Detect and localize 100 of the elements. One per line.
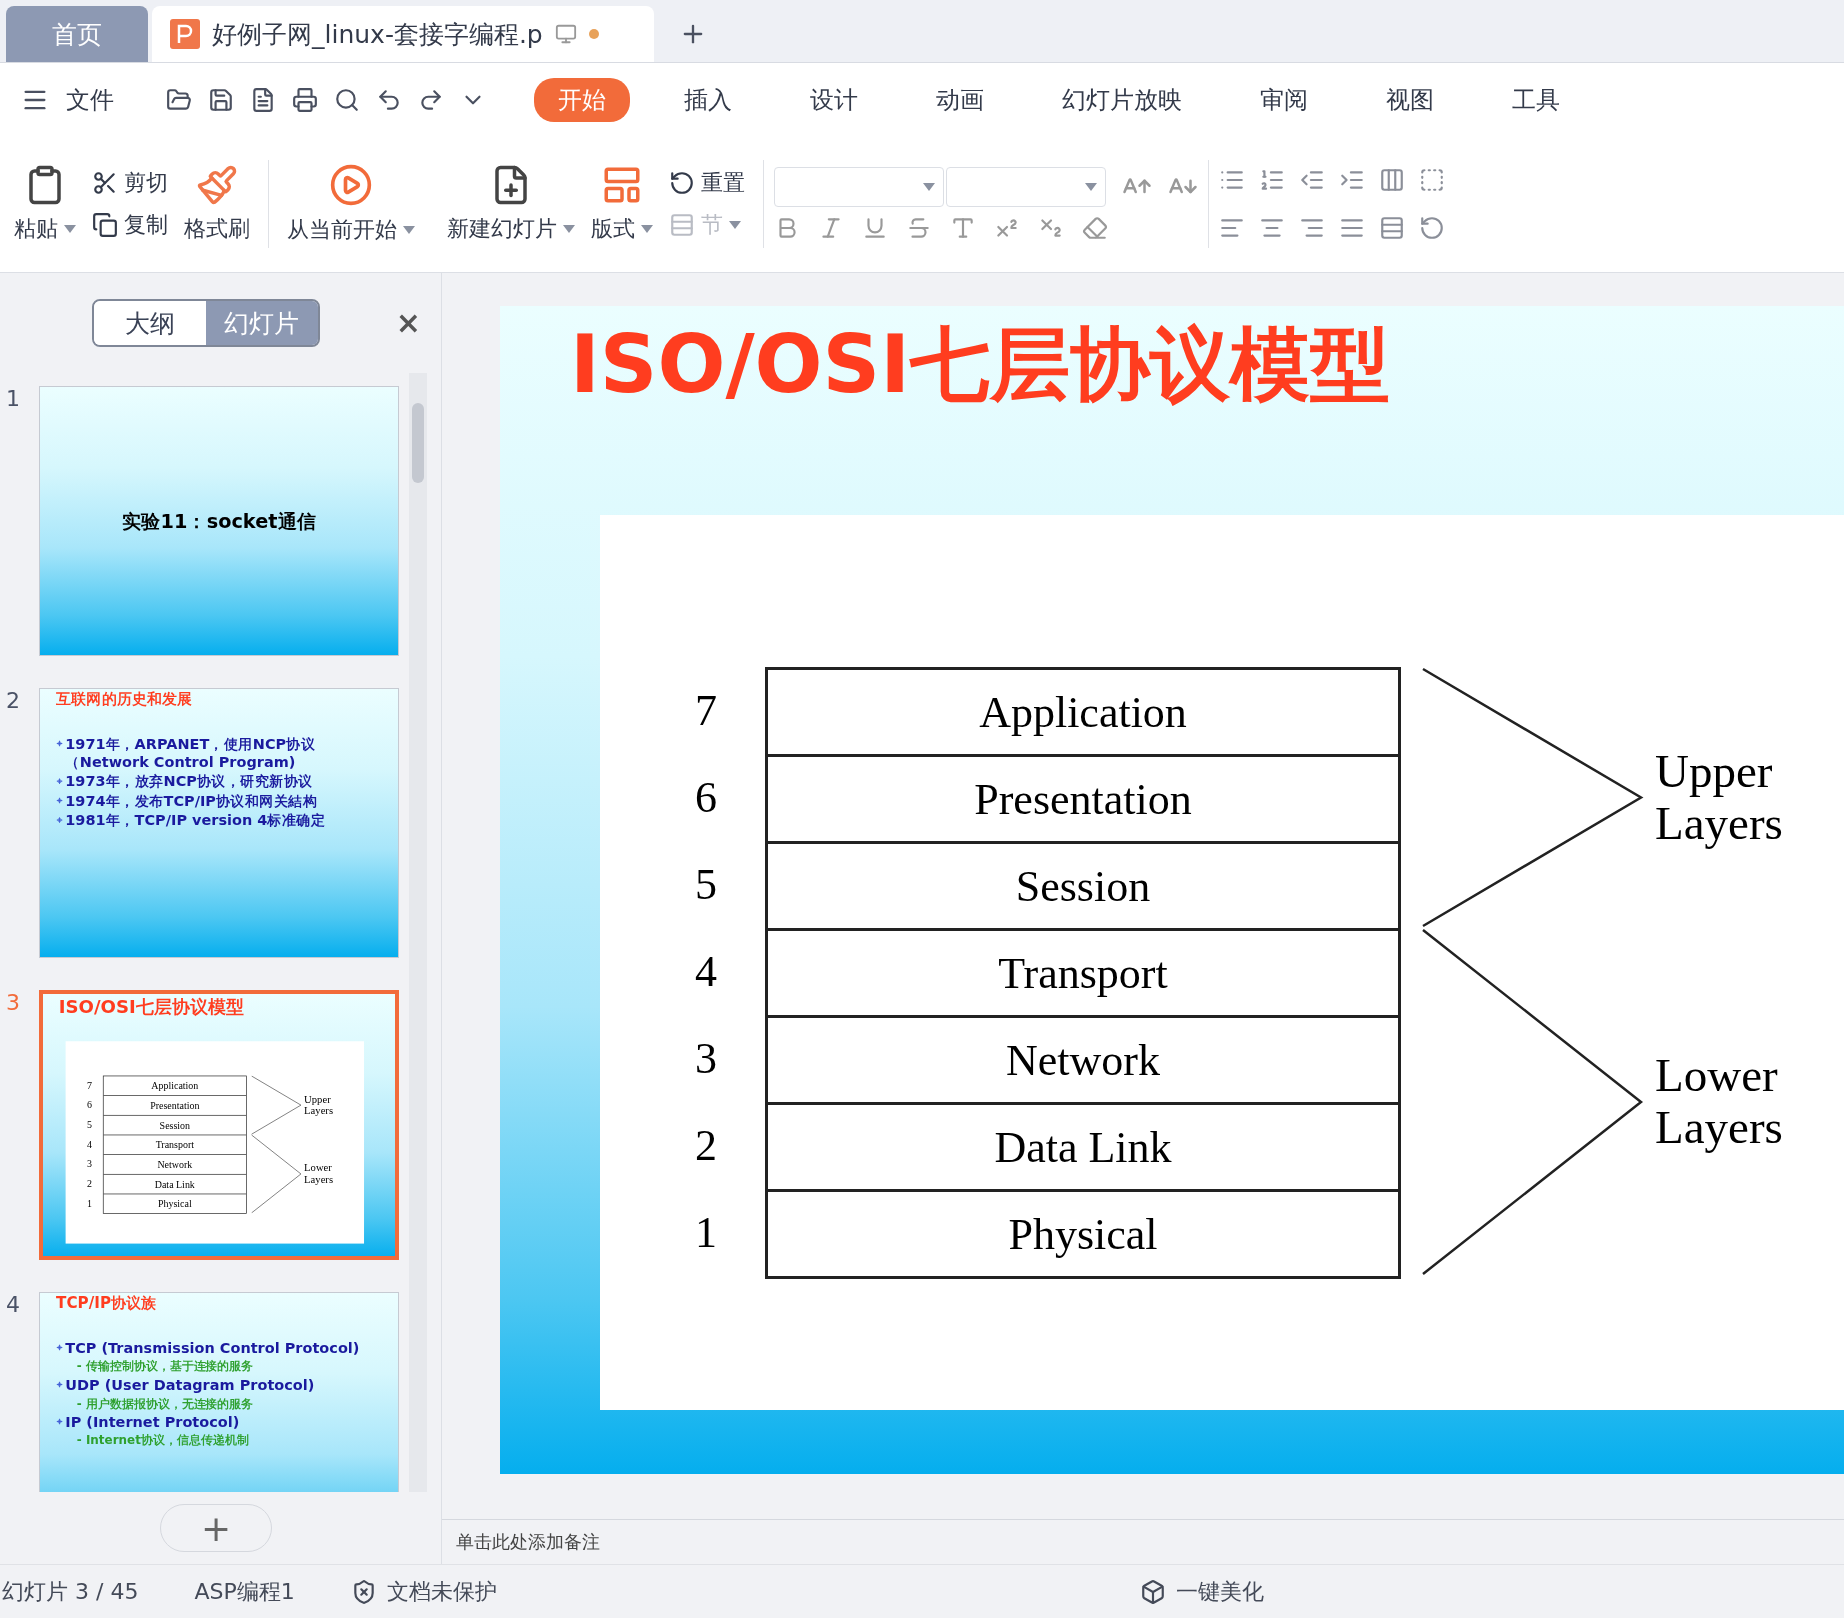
sub-bullet-text: - 传输控制协议，基于连接的服务 — [75, 1358, 255, 1375]
play-button[interactable]: 从当前开始 — [279, 163, 423, 245]
layer-number: 3 — [695, 1033, 717, 1084]
caret-icon — [641, 225, 653, 233]
bullet-text: 1973年，放弃NCP协议，研究新协议 — [65, 773, 313, 790]
layer-number: 7 — [695, 685, 717, 736]
format-painter-button[interactable]: 格式刷 — [176, 164, 258, 244]
scroll-thumb[interactable] — [412, 403, 424, 483]
layer-cell: Transport — [103, 1135, 246, 1155]
reset-icon — [669, 170, 695, 196]
reset-button[interactable]: 重置 — [669, 168, 745, 198]
file-tab[interactable]: 好例子网_linux-套接字编程.p — [152, 6, 654, 62]
copy-icon — [92, 212, 118, 238]
layer-number: 4 — [87, 1138, 93, 1151]
beautify-button[interactable]: 一键美化 — [1176, 1576, 1264, 1607]
ribbon-tab[interactable]: 幻灯片放映 — [1038, 77, 1206, 122]
caret-icon — [923, 183, 935, 191]
eraser-icon[interactable] — [1082, 215, 1108, 241]
copy-button[interactable]: 复制 — [92, 210, 168, 240]
text-direction-icon[interactable] — [1379, 167, 1405, 193]
underline-icon[interactable] — [862, 215, 888, 241]
caret-icon — [729, 221, 741, 229]
layer-number: 2 — [695, 1120, 717, 1171]
slide-thumbnail[interactable]: 实验11：socket通信 — [39, 386, 399, 656]
layer-number: 6 — [695, 772, 717, 823]
layer-number: 7 — [87, 1079, 93, 1092]
sub-bullet-text: - Internet协议，信息传递机制 — [75, 1432, 250, 1449]
line-spacing-icon[interactable] — [1419, 215, 1445, 241]
brush-icon — [196, 164, 238, 206]
ribbon-tab[interactable]: 设计 — [786, 77, 882, 122]
slide-title: 互联网的历史和发展 — [55, 689, 194, 710]
layer-cell: Presentation — [768, 757, 1398, 844]
bullet-text: 1971年，ARPANET，使用NCP协议（Network Control Program) — [65, 735, 316, 771]
layer-number: 1 — [87, 1197, 93, 1210]
numbered-list-icon[interactable] — [1259, 167, 1285, 193]
play-icon — [329, 163, 373, 207]
slide-thumbnail[interactable]: TCP/IP协议族 TCP (Transmission Control Protocol) - 传输控制协议，基于连接的服务 UDP (User Datagram Protocol) - 用户数据报协议，无连接的服务 IP (Internet Protocol) - Internet协议，信息传递机制 — [39, 1292, 399, 1492]
cube-icon[interactable] — [1140, 1578, 1166, 1605]
new-slide-button[interactable]: 新建幻灯片 — [439, 164, 583, 244]
ribbon-tab[interactable]: 审阅 — [1236, 77, 1332, 122]
file-menu[interactable]: 文件 — [56, 77, 138, 122]
pdf-icon[interactable] — [250, 86, 276, 113]
monitor-icon[interactable] — [554, 23, 577, 45]
slide-thumbnail[interactable]: ISO/OSI七层协议模型 7 6 5 4 3 2 1 Application Presentation Session Transport Network Data Link Physical Upper Layers Lower Layers — [39, 990, 399, 1260]
print-icon[interactable] — [292, 86, 318, 113]
protection-status: 文档未保护 — [386, 1577, 497, 1606]
layer-number: 6 — [87, 1099, 93, 1111]
layer-cell: Data Link — [768, 1105, 1398, 1192]
caret-icon — [563, 225, 575, 233]
group-label: Upper Layers — [1655, 743, 1783, 851]
ribbon-tab[interactable]: 动画 — [912, 77, 1008, 122]
theme-name: ASP编程1 — [194, 1577, 295, 1606]
close-button[interactable]: × — [395, 305, 421, 340]
font-color-icon[interactable] — [950, 215, 976, 241]
layer-cell: Application — [103, 1076, 246, 1096]
layer-cell-text: Physical — [1007, 1208, 1159, 1261]
font-size-field[interactable] — [946, 167, 1106, 207]
section-icon — [669, 212, 695, 238]
layer-cell: Network — [103, 1154, 246, 1175]
layer-cell: Session — [768, 844, 1398, 931]
layer-number: 3 — [87, 1158, 93, 1170]
view-tab[interactable]: 大纲 — [93, 301, 206, 345]
save-icon[interactable] — [208, 86, 234, 113]
group-label: Lower Layers — [304, 1161, 334, 1188]
ribbon-tab[interactable]: 工具 — [1488, 77, 1584, 122]
distribute-icon[interactable] — [1379, 215, 1405, 241]
slide-counter: 幻灯片 3 / 45 — [2, 1577, 139, 1606]
sub-bullet-text: - 用户数据报协议，无连接的服务 — [75, 1395, 255, 1412]
layer-cell: Transport — [768, 931, 1398, 1018]
presentation-icon — [170, 19, 200, 49]
preview-icon[interactable] — [334, 86, 360, 113]
layer-cell-text: Physical — [156, 1197, 193, 1212]
layer-number: 2 — [87, 1178, 93, 1190]
layer-cell: Session — [103, 1115, 246, 1136]
layer-cell: Application — [768, 670, 1398, 757]
strikethrough-icon[interactable] — [906, 215, 932, 241]
bullet-text: 1974年，发布TCP/IP协议和网关結构 — [65, 792, 318, 810]
ribbon-tab[interactable]: 插入 — [660, 77, 756, 122]
scissors-icon — [92, 170, 118, 196]
layer-cell: Presentation — [103, 1095, 246, 1116]
layer-cell: Data Link — [103, 1174, 246, 1195]
slide-number: 3 — [5, 990, 21, 1017]
text-box-icon[interactable] — [1419, 167, 1445, 193]
layer-number: 4 — [695, 946, 717, 997]
group-label: Lower Layers — [1655, 1048, 1783, 1155]
open-icon[interactable] — [166, 86, 192, 113]
layer-number: 1 — [695, 1207, 717, 1258]
font-name-field[interactable] — [774, 167, 944, 207]
layer-cell: Network — [768, 1018, 1398, 1105]
cut-button[interactable]: 剪切 — [92, 168, 168, 198]
paste-button[interactable]: 粘贴 — [6, 164, 84, 244]
layout-button[interactable]: 版式 — [583, 164, 661, 244]
ribbon-tab[interactable]: 视图 — [1362, 77, 1458, 122]
slide-title: ISO/OSI七层协议模型 — [57, 995, 246, 1020]
caret-icon — [64, 225, 76, 233]
slide-title: 实验11：socket通信 — [121, 508, 317, 535]
slide-number: 4 — [5, 1292, 21, 1319]
slide-thumbnail[interactable]: 互联网的历史和发展 1971年，ARPANET，使用NCP协议（Network Control Program) 1973年，放弃NCP协议，研究新协议 1974年，发布TCP/IP协议和网关結构 1981年，TCP/IP version 4标准确定 — [39, 688, 399, 958]
caret-icon — [403, 226, 415, 234]
notes-placeholder[interactable]: 单击此处添加备注 — [456, 1531, 600, 1552]
